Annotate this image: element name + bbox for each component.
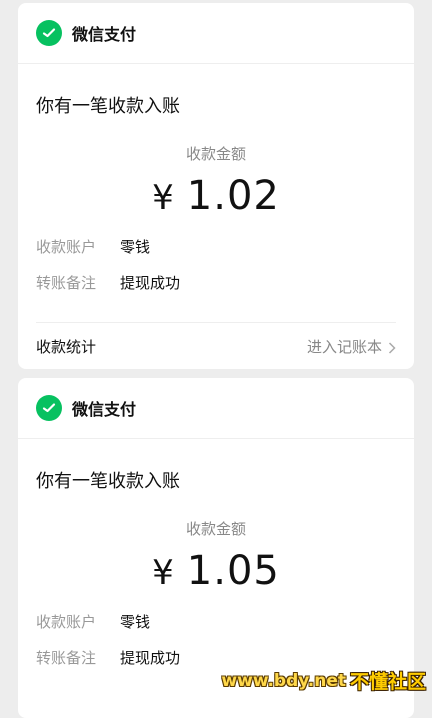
- site-watermark: www.bdy.net 不懂社区: [221, 667, 426, 694]
- detail-key: 转账备注: [36, 273, 97, 292]
- app-name: 微信支付: [72, 400, 137, 419]
- card-header: 微信支付: [18, 378, 414, 439]
- amount-value: ¥1.02: [18, 174, 414, 220]
- wechat-pay-icon: [36, 395, 62, 421]
- detail-row-account: 收款账户 零钱: [36, 603, 414, 639]
- detail-key: 收款账户: [36, 612, 97, 631]
- currency-symbol: ¥: [152, 178, 175, 218]
- detail-value: 提现成功: [120, 273, 181, 292]
- open-ledger-link[interactable]: 进入记账本: [307, 336, 396, 357]
- detail-value: 零钱: [120, 237, 151, 256]
- wechat-pay-icon: [36, 20, 62, 46]
- payment-notification-card[interactable]: 微信支付 你有一笔收款入账 收款金额 ¥1.02 收款账户 零钱 转账备注 提现…: [18, 3, 414, 369]
- receipt-stats-label: 收款统计: [36, 337, 97, 356]
- watermark-name: 不懂社区: [349, 671, 426, 693]
- watermark-url: www.bdy.net: [221, 670, 346, 691]
- detail-key: 转账备注: [36, 648, 97, 667]
- notification-title: 你有一笔收款入账: [36, 96, 180, 117]
- detail-row-remark: 转账备注 提现成功: [36, 264, 414, 300]
- open-ledger-label: 进入记账本: [306, 337, 382, 356]
- amount-label: 收款金额: [185, 520, 246, 538]
- card-header: 微信支付: [18, 3, 414, 64]
- detail-row-account: 收款账户 零钱: [36, 228, 414, 264]
- card-footer[interactable]: 收款统计 进入记账本: [36, 322, 396, 369]
- currency-symbol: ¥: [152, 553, 175, 593]
- app-name: 微信支付: [72, 25, 137, 44]
- detail-value: 提现成功: [120, 648, 181, 667]
- amount-label: 收款金额: [185, 145, 246, 163]
- amount-number: 1.02: [186, 173, 280, 219]
- detail-key: 收款账户: [36, 237, 97, 256]
- chevron-right-icon: [388, 340, 396, 354]
- amount-value: ¥1.05: [18, 549, 414, 595]
- notification-title: 你有一笔收款入账: [36, 471, 180, 492]
- detail-value: 零钱: [120, 612, 151, 631]
- amount-number: 1.05: [186, 548, 280, 594]
